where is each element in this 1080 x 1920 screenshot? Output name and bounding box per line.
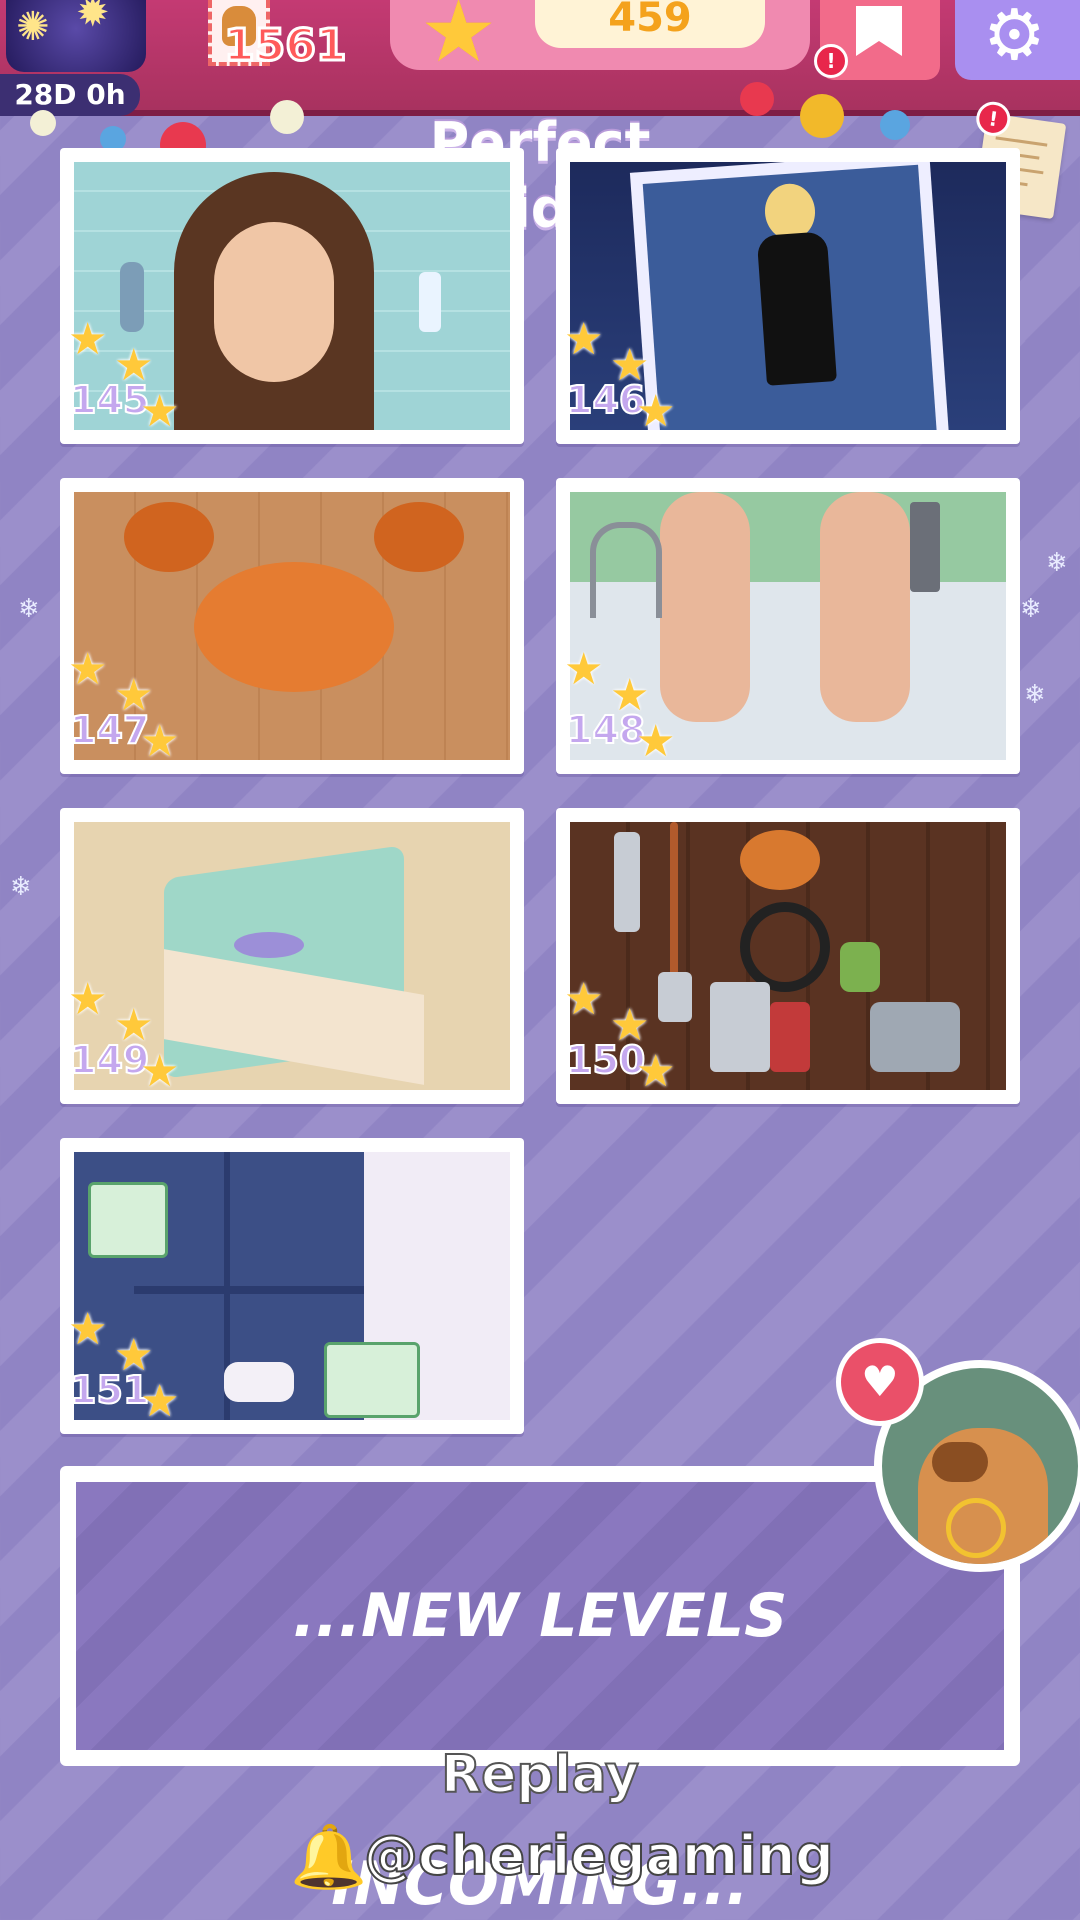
bell-icon: 🔔 bbox=[290, 1820, 368, 1893]
star-icon: ★ bbox=[420, 0, 498, 82]
currency-value: 1561 bbox=[222, 19, 347, 73]
level-card-148[interactable]: 148 ★ ★ ★ bbox=[556, 478, 1020, 774]
star-icon: ★ bbox=[114, 340, 154, 391]
star-icon: ★ bbox=[610, 1000, 650, 1051]
star-icon: ★ bbox=[610, 340, 650, 391]
star-icon: ★ bbox=[140, 386, 180, 437]
new-levels-text: ...NEW LEVELS INCOMING... bbox=[292, 1581, 788, 1919]
ribbon-icon bbox=[856, 6, 902, 56]
snowflake-icon: ❄ bbox=[1046, 548, 1068, 578]
star-icon: ★ bbox=[68, 644, 108, 695]
alert-badge: ! bbox=[814, 44, 848, 78]
replay-label: Replay bbox=[440, 1744, 640, 1806]
star-icon: ★ bbox=[68, 314, 108, 365]
star-icon: ★ bbox=[114, 670, 154, 721]
level-card-147[interactable]: 147 ★ ★ ★ bbox=[60, 478, 524, 774]
star-counter[interactable]: ★ 459 bbox=[390, 0, 810, 82]
snowflake-icon: ❄ bbox=[10, 872, 32, 902]
star-icon: ★ bbox=[636, 1046, 676, 1097]
star-icon: ★ bbox=[564, 644, 604, 695]
star-icon: ★ bbox=[114, 1000, 154, 1051]
collection-button[interactable]: ! bbox=[814, 0, 940, 80]
event-timer: 28D 0h bbox=[0, 74, 140, 116]
gear-icon: ⚙ bbox=[983, 0, 1046, 76]
star-icon: ★ bbox=[140, 1046, 180, 1097]
star-icon: ★ bbox=[68, 974, 108, 1025]
heart-icon[interactable]: ♥ bbox=[836, 1338, 924, 1426]
level-card-150[interactable]: 150 ★ ★ ★ bbox=[556, 808, 1020, 1104]
snowflake-icon: ❄ bbox=[1020, 594, 1042, 624]
level-card-149[interactable]: 149 ★ ★ ★ bbox=[60, 808, 524, 1104]
level-card-145[interactable]: 145 ★ ★ ★ bbox=[60, 148, 524, 444]
new-levels-banner: ...NEW LEVELS INCOMING... bbox=[60, 1466, 1020, 1919]
currency-counter[interactable]: 1561 bbox=[200, 0, 380, 80]
star-icon: ★ bbox=[68, 1304, 108, 1355]
snowflake-icon: ❄ bbox=[18, 594, 40, 624]
star-icon: ★ bbox=[636, 386, 676, 437]
star-icon: ★ bbox=[564, 314, 604, 365]
level-card-151[interactable]: 151 ★ ★ ★ bbox=[60, 1138, 524, 1434]
star-icon: ★ bbox=[140, 1376, 180, 1427]
event-button[interactable]: ✺ ✹ bbox=[6, 0, 146, 72]
star-count: 459 bbox=[535, 0, 765, 48]
channel-watermark: 🔔 @cheriegaming bbox=[290, 1816, 835, 1896]
level-card-146[interactable]: 146 ★ ★ ★ bbox=[556, 148, 1020, 444]
snowflake-icon: ❄ bbox=[1024, 680, 1046, 710]
star-icon: ★ bbox=[636, 716, 676, 767]
star-icon: ★ bbox=[610, 670, 650, 721]
star-icon: ★ bbox=[564, 974, 604, 1025]
firework-icon: ✹ bbox=[76, 0, 110, 36]
channel-handle: @cheriegaming bbox=[363, 1823, 835, 1888]
firework-icon: ✺ bbox=[16, 4, 50, 50]
star-icon: ★ bbox=[114, 1330, 154, 1381]
settings-button[interactable]: ⚙ bbox=[955, 0, 1080, 80]
top-hud: ✺ ✹ 28D 0h 1561 ★ 459 ! ⚙ bbox=[0, 0, 1080, 116]
star-icon: ★ bbox=[140, 716, 180, 767]
